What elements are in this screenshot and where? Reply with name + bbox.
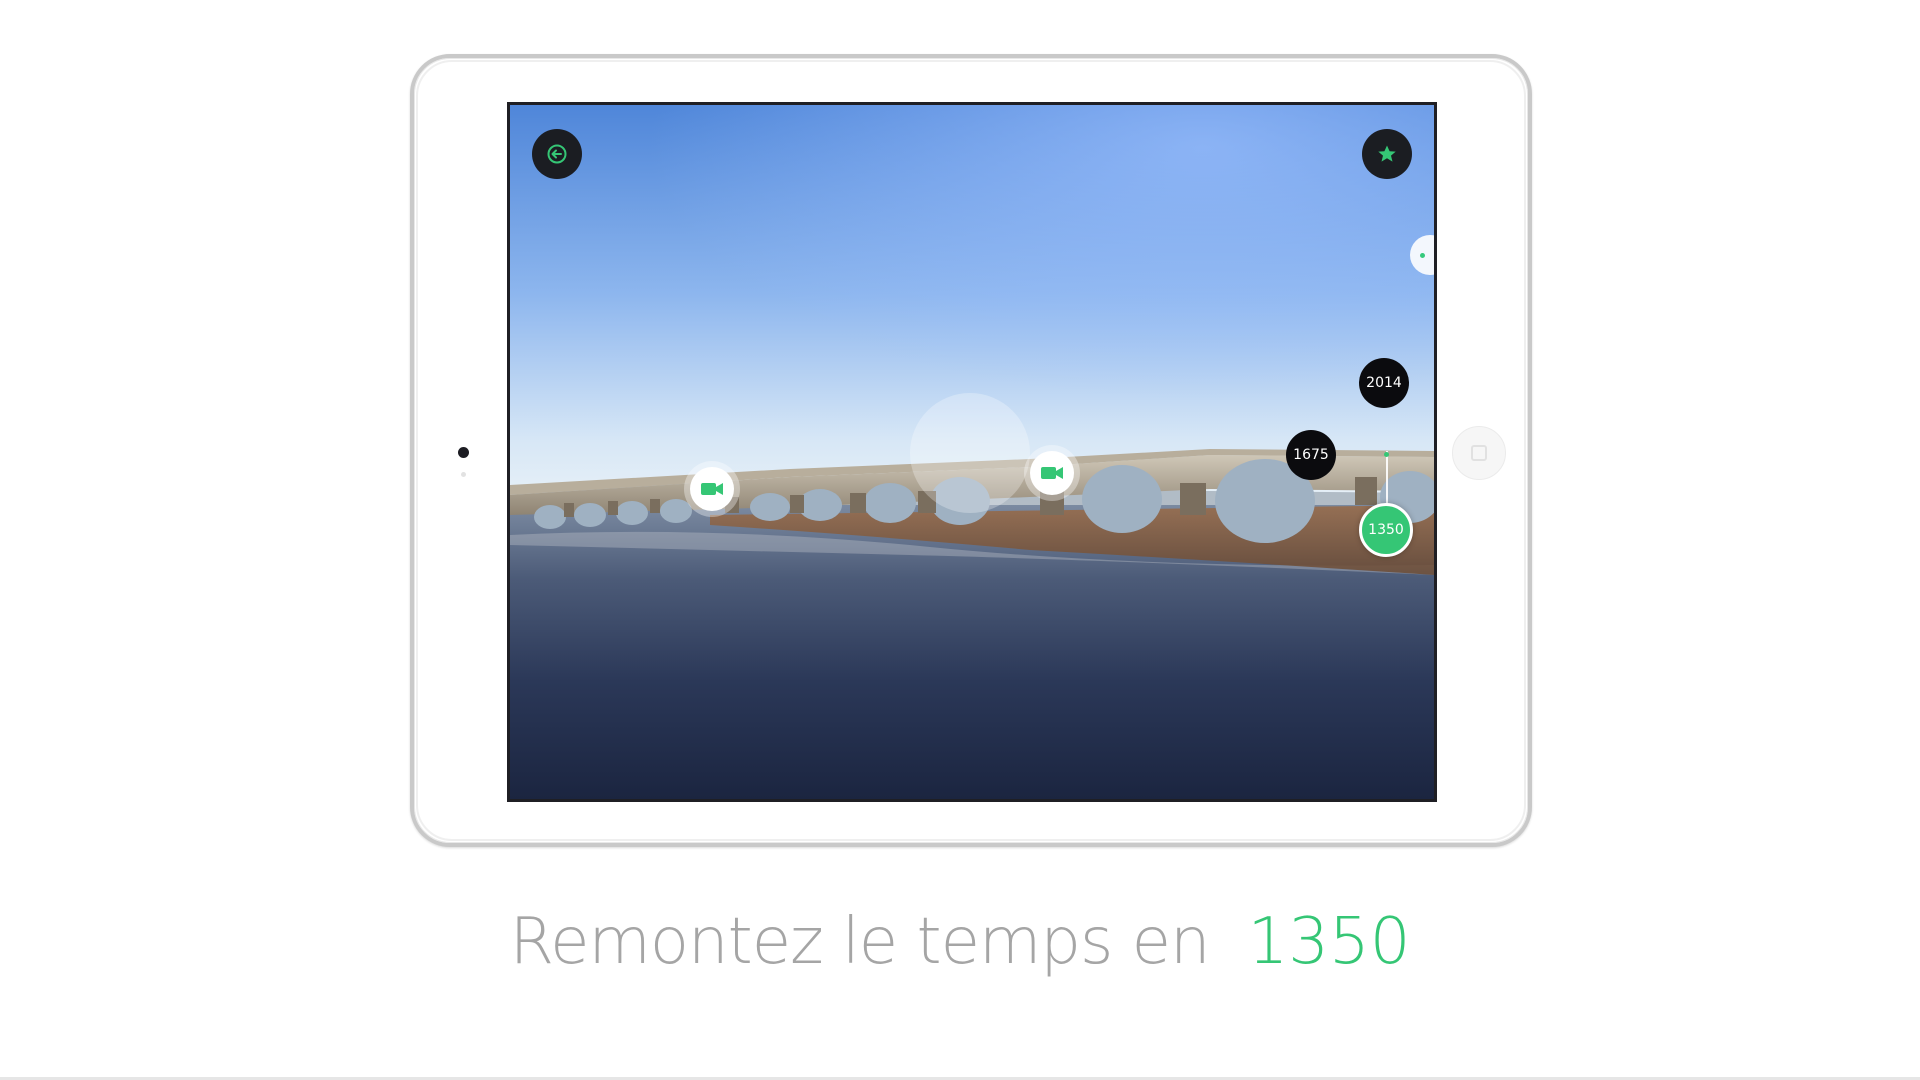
light-sensor bbox=[461, 472, 466, 477]
video-camera-icon bbox=[1041, 467, 1063, 479]
back-button[interactable] bbox=[532, 129, 582, 179]
timeline-year-1675[interactable]: 1675 bbox=[1286, 430, 1336, 480]
front-camera bbox=[458, 447, 469, 458]
video-hotspot[interactable] bbox=[690, 467, 734, 511]
caption-year: 1350 bbox=[1247, 905, 1411, 979]
app-screen: 2014 1675 1350 bbox=[507, 102, 1437, 802]
home-button[interactable] bbox=[1452, 426, 1506, 480]
timeline-year-2014[interactable]: 2014 bbox=[1359, 358, 1409, 408]
lens-bubble bbox=[910, 393, 1030, 513]
video-camera-icon bbox=[701, 483, 723, 495]
caption-text: Remontez le temps en bbox=[509, 905, 1211, 979]
timeline-marker bbox=[1384, 452, 1389, 457]
star-icon bbox=[1378, 145, 1396, 162]
timeline-connector bbox=[1386, 451, 1388, 505]
back-arrow-icon bbox=[547, 144, 567, 164]
video-hotspot[interactable] bbox=[1030, 451, 1074, 495]
favorite-button[interactable] bbox=[1362, 129, 1412, 179]
caption: Remontez le temps en 1350 bbox=[0, 905, 1920, 979]
timeline-year-1350-selected[interactable]: 1350 bbox=[1359, 503, 1413, 557]
